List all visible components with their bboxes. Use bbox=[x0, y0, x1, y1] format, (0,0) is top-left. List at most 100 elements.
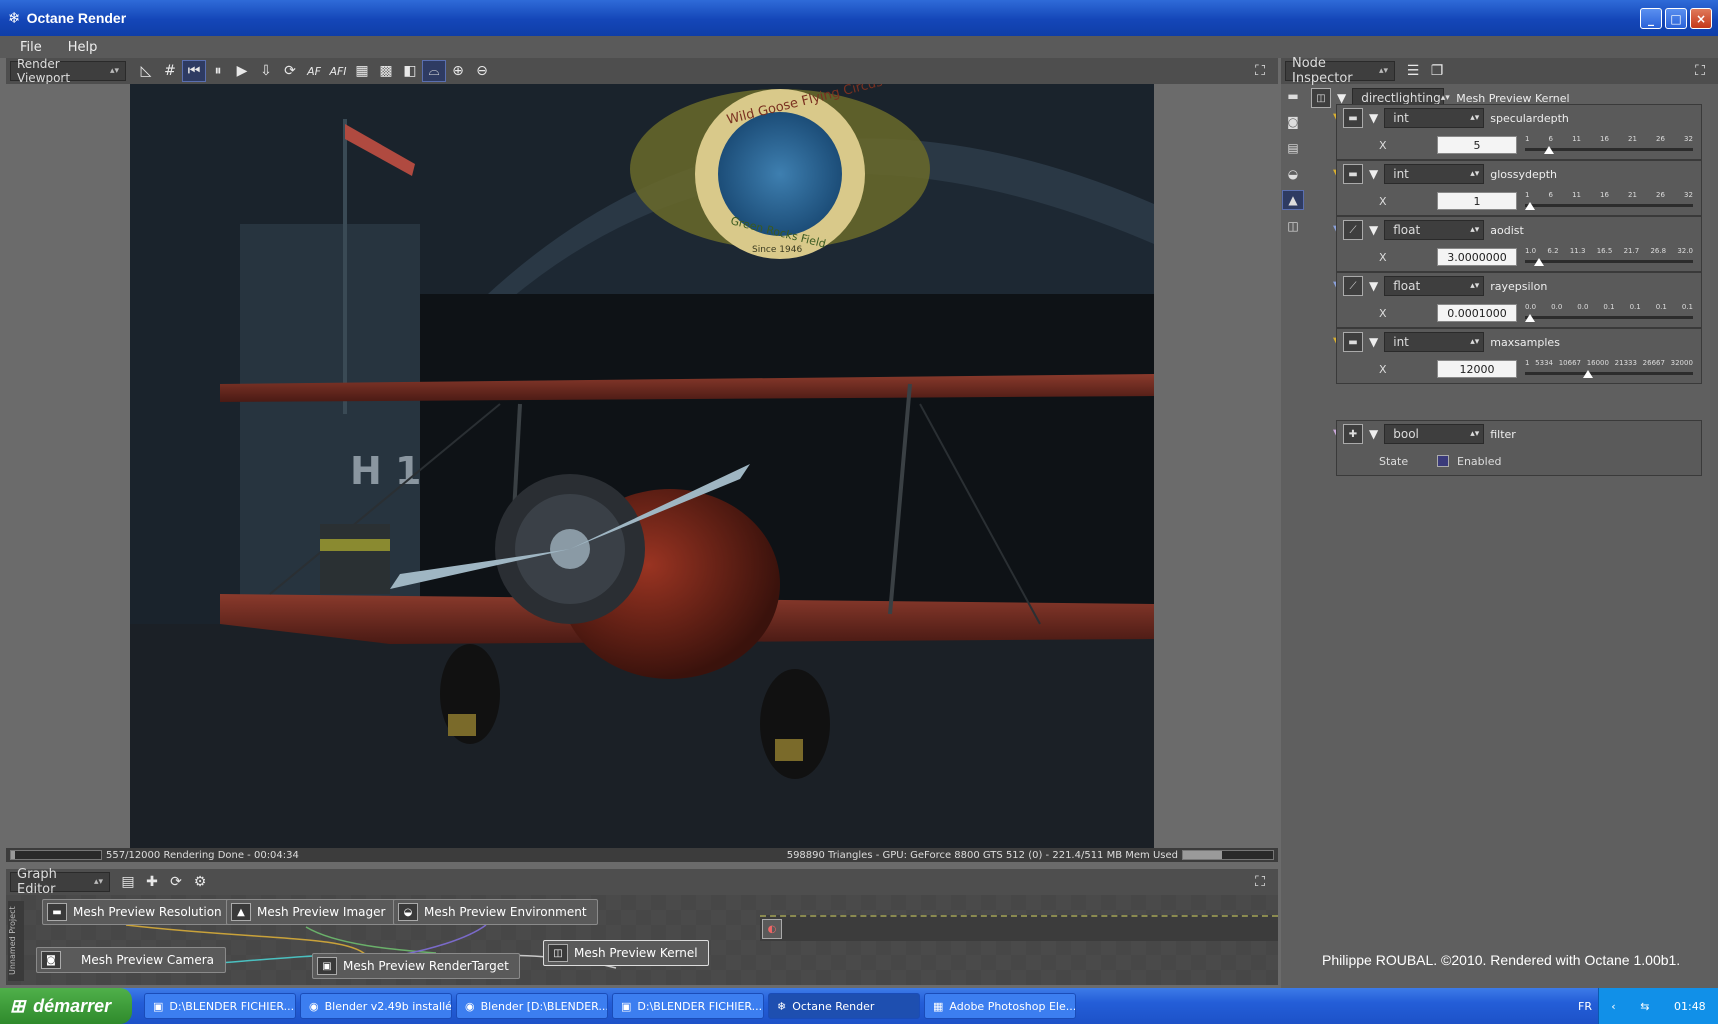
language-indicator[interactable]: FR bbox=[1578, 1000, 1592, 1013]
param-value-input[interactable]: 5 bbox=[1437, 136, 1517, 154]
task-label: Blender v2.49b installé bbox=[324, 999, 452, 1013]
play-icon[interactable]: ▶ bbox=[230, 60, 254, 82]
slider-knob[interactable] bbox=[1525, 314, 1535, 322]
graph-editor-dropdown[interactable]: Graph Editor ▴▾ bbox=[10, 867, 110, 897]
slider-tick-label: 0.1 bbox=[1655, 303, 1667, 311]
graph-node-imager[interactable]: ▲ Mesh Preview Imager bbox=[226, 899, 397, 925]
task-blender-install[interactable]: ◉ Blender v2.49b installé bbox=[300, 993, 452, 1019]
rendered-image[interactable]: H 1 Wild Goose Flying Circus Green Rocks… bbox=[130, 84, 1154, 848]
start-button[interactable]: ⊞ démarrer bbox=[0, 988, 132, 1024]
resolution-tab-icon[interactable]: ▬ bbox=[1282, 86, 1304, 106]
graph-node-rendertarget[interactable]: ▣ Mesh Preview RenderTarget bbox=[312, 953, 520, 979]
task-blender[interactable]: ◉ Blender [D:\BLENDER... bbox=[456, 993, 608, 1019]
close-button[interactable]: × bbox=[1690, 8, 1712, 29]
minimize-button[interactable]: _ bbox=[1640, 8, 1662, 29]
kernel-name: Mesh Preview Kernel bbox=[1456, 91, 1570, 105]
task-explorer-1[interactable]: ▣ D:\BLENDER FICHIER... bbox=[144, 993, 296, 1019]
pause-icon[interactable]: ⏸ bbox=[206, 60, 230, 82]
graph-node-kernel[interactable]: ◫ Mesh Preview Kernel bbox=[543, 940, 709, 966]
kernel-tab-icon[interactable]: ◫ bbox=[1282, 216, 1304, 236]
param-node-maxsamples: ▬ ▼ int ▴▾ maxsamples X 12000 1 5334 10667 1… bbox=[1336, 328, 1702, 384]
pick-focus-icon[interactable]: ◺ bbox=[134, 60, 158, 82]
param-type-dropdown[interactable]: int ▴▾ bbox=[1384, 332, 1485, 352]
camera-tab-icon[interactable]: ◙ bbox=[1282, 112, 1304, 132]
camera-link-icon[interactable]: ⌓ bbox=[422, 60, 446, 82]
autofocus-interactive-button[interactable]: AFI bbox=[326, 60, 350, 82]
save-image-icon[interactable]: ⇩ bbox=[254, 60, 278, 82]
collapse-triangle-icon[interactable]: ▼ bbox=[1337, 91, 1346, 105]
slider-tick-label: 11 bbox=[1572, 135, 1581, 143]
node-inspector-toolbar: Node Inspector ▴▾ ☰ ❐ ⛶ bbox=[1281, 56, 1718, 86]
timeline-strip[interactable]: ◐ bbox=[760, 915, 1278, 941]
param-type-dropdown[interactable]: bool ▴▾ bbox=[1384, 424, 1485, 444]
camera-icon: ◙ bbox=[41, 951, 61, 969]
zoom-in-icon[interactable]: ⊕ bbox=[446, 60, 470, 82]
menu-file[interactable]: File bbox=[20, 40, 42, 55]
updown-arrow-icon: ▴▾ bbox=[1470, 225, 1480, 235]
tray-arrow-icon[interactable]: ‹ bbox=[1611, 1000, 1615, 1013]
maximize-inspector-icon[interactable]: ⛶ bbox=[1688, 60, 1712, 82]
param-type-dropdown[interactable]: int ▴▾ bbox=[1384, 108, 1485, 128]
slider-knob[interactable] bbox=[1525, 202, 1535, 210]
param-type-dropdown[interactable]: float ▴▾ bbox=[1384, 276, 1485, 296]
network-icon[interactable]: ⇆ bbox=[1640, 1000, 1649, 1013]
slider-knob[interactable] bbox=[1543, 146, 1554, 154]
param-node-glossydepth: ▬ ▼ int ▴▾ glossydepth X 1 1 6 11 16 21 26 32 bbox=[1336, 160, 1702, 216]
checker-icon[interactable]: ▩ bbox=[374, 60, 398, 82]
render-viewport[interactable]: H 1 Wild Goose Flying Circus Green Rocks… bbox=[6, 84, 1278, 848]
slider-tick-label: 32 bbox=[1684, 135, 1693, 143]
graph-node-resolution[interactable]: ▬ Mesh Preview Resolution bbox=[42, 899, 233, 925]
maximize-viewport-icon[interactable]: ⛶ bbox=[1248, 60, 1272, 82]
region-icon[interactable]: ▦ bbox=[350, 60, 374, 82]
restart-render-icon[interactable]: ⏮ bbox=[182, 60, 206, 82]
param-value-input[interactable]: 0.0001000 bbox=[1437, 304, 1517, 322]
menu-help[interactable]: Help bbox=[68, 40, 98, 55]
environment-tab-icon[interactable]: ◒ bbox=[1282, 164, 1304, 184]
arrange-nodes-icon[interactable]: ⚙ bbox=[188, 871, 212, 893]
refresh-graph-icon[interactable]: ⟳ bbox=[164, 871, 188, 893]
rendertarget-tab-icon[interactable]: ▤ bbox=[1282, 138, 1304, 158]
slider-knob[interactable] bbox=[1583, 370, 1594, 378]
param-slider[interactable]: 1 6 11 16 21 26 32 bbox=[1525, 191, 1693, 211]
param-slider[interactable]: 1 6 11 16 21 26 32 bbox=[1525, 135, 1693, 155]
load-graph-icon[interactable]: ▤ bbox=[116, 871, 140, 893]
imager-tab-icon[interactable]: ▲ bbox=[1282, 190, 1304, 210]
collapse-triangle-icon[interactable]: ▼ bbox=[1369, 335, 1378, 349]
add-node-icon[interactable]: ✚ bbox=[140, 871, 164, 893]
collapse-triangle-icon[interactable]: ▼ bbox=[1369, 427, 1378, 441]
reload-icon[interactable]: ⟳ bbox=[278, 60, 302, 82]
inspector-dropdown[interactable]: Node Inspector ▴▾ bbox=[1285, 56, 1395, 86]
slider-knob[interactable] bbox=[1534, 258, 1545, 266]
collapse-triangle-icon[interactable]: ▼ bbox=[1369, 223, 1378, 237]
param-type-dropdown[interactable]: float ▴▾ bbox=[1384, 220, 1485, 240]
graph-node-camera[interactable]: ◙ Mesh Preview Camera bbox=[36, 947, 226, 973]
render-progress-bar bbox=[10, 850, 102, 860]
collapse-all-icon[interactable]: ☰ bbox=[1401, 60, 1425, 82]
param-value-input[interactable]: 3.0000000 bbox=[1437, 248, 1517, 266]
param-slider[interactable]: 1.0 6.2 11.3 16.5 21.7 26.8 32.0 bbox=[1525, 247, 1693, 267]
task-explorer-2[interactable]: ▣ D:\BLENDER FICHIER... bbox=[612, 993, 764, 1019]
param-type-dropdown[interactable]: int ▴▾ bbox=[1384, 164, 1485, 184]
task-photoshop[interactable]: ▦ Adobe Photoshop Ele... bbox=[924, 993, 1076, 1019]
maximize-button[interactable]: □ bbox=[1665, 8, 1687, 29]
param-value-input[interactable]: 1 bbox=[1437, 192, 1517, 210]
maximize-graph-icon[interactable]: ⛶ bbox=[1248, 871, 1272, 893]
param-slider[interactable]: 1 5334 10667 16000 21333 26667 32000 bbox=[1525, 359, 1693, 379]
zoom-out-icon[interactable]: ⊖ bbox=[470, 60, 494, 82]
autofocus-button[interactable]: AF bbox=[302, 60, 326, 82]
alpha-icon[interactable]: ◧ bbox=[398, 60, 422, 82]
axis-label: X bbox=[1379, 306, 1387, 320]
grid-icon[interactable]: # bbox=[158, 60, 182, 82]
copy-node-icon[interactable]: ❐ bbox=[1425, 60, 1449, 82]
param-value-input[interactable]: 12000 bbox=[1437, 360, 1517, 378]
graph-node-environment[interactable]: ◒ Mesh Preview Environment bbox=[393, 899, 598, 925]
param-slider[interactable]: 0.0 0.0 0.0 0.1 0.1 0.1 0.1 bbox=[1525, 303, 1693, 323]
keyframe-icon[interactable]: ◐ bbox=[762, 919, 782, 939]
collapse-triangle-icon[interactable]: ▼ bbox=[1369, 167, 1378, 181]
collapse-triangle-icon[interactable]: ▼ bbox=[1369, 279, 1378, 293]
enabled-checkbox[interactable] bbox=[1437, 455, 1449, 467]
collapse-triangle-icon[interactable]: ▼ bbox=[1369, 111, 1378, 125]
graph-editor-canvas[interactable]: Unnamed Project ▬ Mesh Preview Resolution… bbox=[6, 895, 1278, 985]
task-octane[interactable]: ❄ Octane Render bbox=[768, 993, 920, 1019]
viewport-mode-dropdown[interactable]: Render Viewport ▴▾ bbox=[10, 57, 126, 85]
